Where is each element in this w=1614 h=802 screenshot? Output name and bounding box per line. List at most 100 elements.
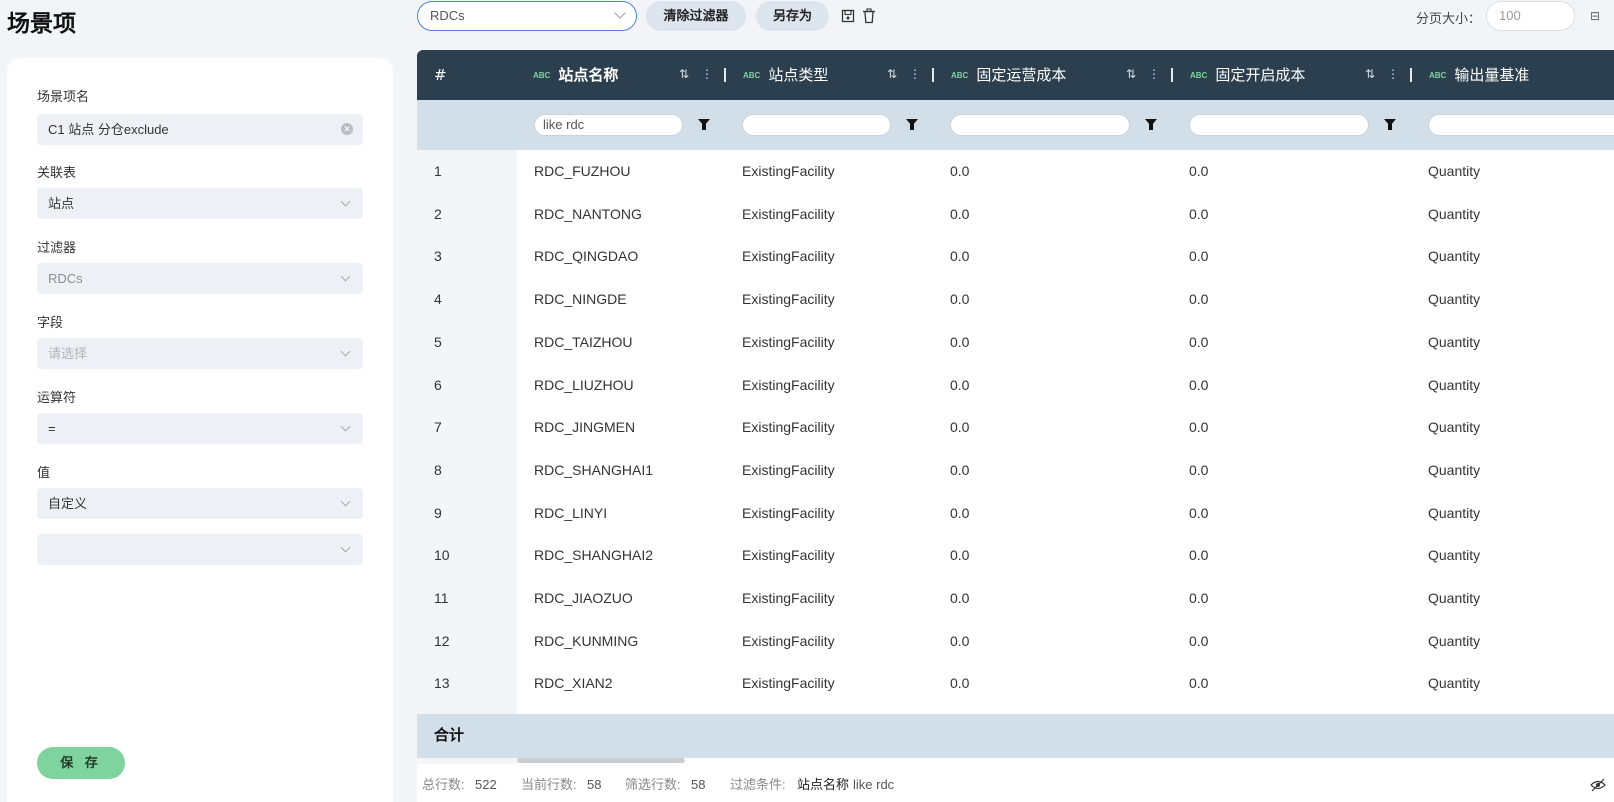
save-as-button[interactable]: 另存为 (756, 1, 829, 31)
more-icon[interactable]: ⋮ (1148, 67, 1160, 81)
more-icon[interactable]: ⋮ (1387, 67, 1399, 81)
operator-select[interactable]: = (37, 413, 363, 444)
hide-icon[interactable] (1590, 778, 1606, 792)
table-row[interactable]: 1 RDC_FUZHOU ExistingFacility 0.0 0.0 Quantit… (417, 150, 1614, 194)
table-row[interactable]: 9 RDC_LINYI ExistingFacility 0.0 0.0 Quantity (417, 492, 1614, 536)
table-row[interactable]: 4 RDC_NINGDE ExistingFacility 0.0 0.0 Quantit… (417, 278, 1614, 322)
data-grid: # ABC 站点名称 ⇅ ⋮ ABC 站点类型 ⇅ ⋮ ABC 固定运营成本 ⇅ ⋮ … (417, 50, 1614, 802)
output-basis-cell: Quantity (1428, 248, 1481, 265)
table-row[interactable]: 8 RDC_SHANGHAI1 ExistingFacility 0.0 0.0 Quan… (417, 449, 1614, 493)
opening-cost-filter-input[interactable] (1189, 114, 1369, 136)
field-select[interactable]: 请选择 (37, 338, 363, 369)
scenario-item-form: 场景项名 C1 站点 分仓exclude ✕ 关联表 站点 过滤器 RDCs 字… (7, 58, 393, 802)
filter-icon[interactable] (1145, 119, 1157, 130)
column-header-site-name[interactable]: ABC 站点名称 (533, 50, 618, 100)
opening-cost-cell: 0.0 (1189, 461, 1209, 478)
output-basis-cell: Quantity (1428, 205, 1481, 222)
column-header-site-type[interactable]: ABC 站点类型 (743, 50, 828, 100)
output-basis-cell: Quantity (1428, 504, 1481, 521)
operating-cost-cell: 0.0 (950, 461, 970, 478)
operating-cost-cell: 0.0 (950, 590, 970, 606)
row-index: 4 (434, 291, 442, 308)
opening-cost-cell: 0.0 (1189, 632, 1209, 649)
current-rows-value: 58 (587, 777, 602, 792)
total-rows-label: 总行数: (422, 777, 465, 792)
page-size-input[interactable]: 100 (1486, 1, 1575, 31)
clear-filter-button[interactable]: 清除过滤器 (646, 1, 746, 31)
site-name-filter-input[interactable]: like rdc (534, 114, 683, 136)
table-row[interactable]: 7 RDC_JINGMEN ExistingFacility 0.0 0.0 Quanti… (417, 406, 1614, 450)
filter-field-select[interactable]: RDCs (37, 263, 363, 294)
filter-icon[interactable] (906, 119, 918, 130)
table-row[interactable]: 12 RDC_KUNMING ExistingFacility 0.0 0.0 Quant… (417, 620, 1614, 664)
field-label: 字段 (37, 315, 64, 330)
filter-select[interactable]: RDCs (417, 1, 637, 31)
site-name-cell: RDC_SHANGHAI2 (534, 547, 654, 564)
row-index: 6 (434, 376, 442, 393)
site-name-cell: RDC_TAIZHOU (534, 333, 633, 350)
more-icon[interactable]: ⋮ (701, 67, 713, 81)
column-header-fixed-operating-cost[interactable]: ABC 固定运营成本 (951, 50, 1066, 100)
chevron-down-icon (340, 421, 351, 432)
grid-header: # ABC 站点名称 ⇅ ⋮ ABC 站点类型 ⇅ ⋮ ABC 固定运营成本 ⇅ ⋮ … (417, 50, 1614, 100)
output-basis-cell: Quantity (1428, 291, 1481, 308)
table-row[interactable]: 10 RDC_SHANGHAI2 ExistingFacility 0.0 0.0 Qua… (417, 534, 1614, 578)
chevron-down-icon (340, 196, 351, 207)
operator-label: 运算符 (37, 390, 77, 405)
save-icon[interactable] (841, 8, 855, 24)
site-name-cell: RDC_SHANGHAI1 (534, 461, 654, 478)
operating-cost-cell: 0.0 (950, 333, 970, 350)
operating-cost-cell: 0.0 (950, 547, 970, 564)
horizontal-scrollbar[interactable] (517, 758, 685, 763)
more-icon[interactable]: ⋮ (909, 67, 921, 81)
table-row[interactable]: 5 RDC_TAIZHOU ExistingFacility 0.0 0.0 Quanti… (417, 321, 1614, 365)
clear-icon[interactable]: ✕ (341, 123, 353, 135)
sort-icon[interactable]: ⇅ (679, 67, 689, 81)
sort-icon[interactable]: ⇅ (1365, 67, 1375, 81)
filter-field-value: RDCs (48, 271, 83, 286)
table-row[interactable]: 13 RDC_XIAN2 ExistingFacility 0.0 0.0 Quantit… (417, 662, 1614, 706)
column-header-fixed-opening-cost[interactable]: ABC 固定开启成本 (1190, 50, 1305, 100)
filter-icon[interactable] (1384, 119, 1396, 130)
column-filter-row: like rdc (417, 100, 1614, 150)
sort-icon[interactable]: ⇅ (887, 67, 897, 81)
column-header-output-basis[interactable]: ABC 输出量基准 (1429, 50, 1529, 100)
custom-value-select[interactable] (37, 534, 363, 565)
column-resize-handle[interactable] (724, 68, 726, 82)
name-input[interactable]: C1 站点 分仓exclude ✕ (37, 114, 363, 145)
opening-cost-cell: 0.0 (1189, 248, 1209, 265)
save-button[interactable]: 保 存 (37, 747, 125, 779)
value-select[interactable]: 自定义 (37, 488, 363, 519)
site-type-filter-input[interactable] (742, 114, 891, 136)
site-type-cell: ExistingFacility (742, 163, 835, 179)
table-row[interactable]: 2 RDC_NANTONG ExistingFacility 0.0 0.0 Quanti… (417, 193, 1614, 237)
operating-cost-cell: 0.0 (950, 291, 970, 308)
table-select[interactable]: 站点 (37, 188, 363, 219)
operating-cost-cell: 0.0 (950, 376, 970, 393)
text-type-icon: ABC (743, 71, 761, 80)
table-row[interactable]: 3 RDC_QINGDAO ExistingFacility 0.0 0.0 Quanti… (417, 235, 1614, 279)
column-resize-handle[interactable] (1410, 68, 1412, 82)
table-row[interactable]: 6 RDC_LIUZHOU ExistingFacility 0.0 0.0 Quanti… (417, 364, 1614, 408)
site-name-cell: RDC_LIUZHOU (534, 376, 634, 393)
operating-cost-filter-input[interactable] (950, 114, 1130, 136)
table-row[interactable]: 11 RDC_JIAOZUO ExistingFacility 0.0 0.0 Quant… (417, 577, 1614, 621)
opening-cost-cell: 0.0 (1189, 333, 1209, 350)
column-header-index: # (434, 66, 447, 84)
settings-icon[interactable]: ⊟ (1590, 9, 1600, 23)
site-name-cell: RDC_NANTONG (534, 205, 642, 222)
filter-icon[interactable] (698, 119, 710, 130)
sort-icon[interactable]: ⇅ (1126, 67, 1136, 81)
operating-cost-cell: 0.0 (950, 163, 970, 179)
output-basis-filter-input[interactable] (1428, 114, 1614, 136)
delete-icon[interactable] (862, 8, 876, 24)
column-resize-handle[interactable] (932, 68, 934, 82)
site-type-cell: ExistingFacility (742, 590, 835, 606)
chevron-down-icon (340, 346, 351, 357)
site-type-cell: ExistingFacility (742, 547, 835, 564)
text-type-icon: ABC (1429, 71, 1447, 80)
column-resize-handle[interactable] (1171, 68, 1173, 82)
row-index: 9 (434, 504, 442, 521)
site-name-cell: RDC_JIAOZUO (534, 590, 633, 606)
table-label: 关联表 (37, 165, 77, 180)
